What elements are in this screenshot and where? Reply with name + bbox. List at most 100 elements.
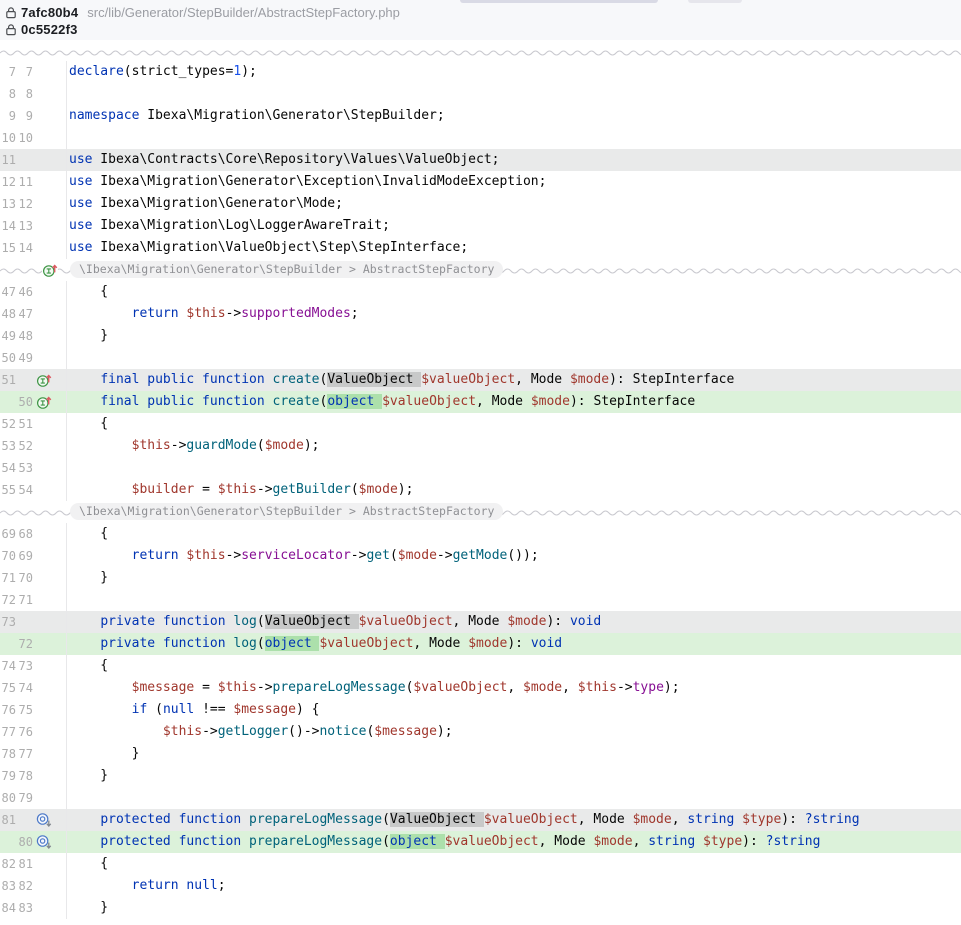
code-text: use Ibexa\Migration\Generator\Exception\… [67, 171, 961, 193]
code-line-ctx[interactable]: 1312use Ibexa\Migration\Generator\Mode; [0, 193, 961, 215]
code-text: { [67, 523, 961, 545]
new-line-number: 80 [16, 831, 33, 853]
old-line-number: 51 [0, 369, 16, 391]
old-line-number: 70 [0, 545, 16, 567]
gutter-icon-slot [33, 457, 63, 479]
gutter: 7675 [0, 699, 67, 721]
old-line-number: 77 [0, 721, 16, 743]
old-line-number: 10 [0, 127, 16, 149]
new-line-number: 70 [16, 567, 33, 589]
code-line-ctx[interactable]: 7574 $message = $this->prepareLogMessage… [0, 677, 961, 699]
new-line-number [16, 611, 33, 633]
lock-icon [5, 6, 17, 19]
code-line-ctx[interactable]: 4948 } [0, 325, 961, 347]
code-line-ctx[interactable]: 5251 { [0, 413, 961, 435]
code-line-ctx[interactable]: 5554 $builder = $this->getBuilder($mode)… [0, 479, 961, 501]
old-line-number: 49 [0, 325, 16, 347]
code-line-ctx[interactable]: 4847 return $this->supportedModes; [0, 303, 961, 325]
gutter: 8281 [0, 853, 67, 875]
code-line-added[interactable]: 80 protected function prepareLogMessage(… [0, 831, 961, 853]
code-text: } [67, 897, 961, 919]
code-line-ctx[interactable]: 5352 $this->guardMode($mode); [0, 435, 961, 457]
new-line-number [16, 149, 33, 171]
code-line-ctx[interactable]: 4746 { [0, 281, 961, 303]
implements-interface-method-icon[interactable] [36, 394, 52, 410]
gutter-icon-slot [33, 413, 63, 435]
code-text: return null; [67, 875, 961, 897]
code-text [67, 787, 961, 809]
gutter-icon-slot [33, 853, 63, 875]
new-line-number: 76 [16, 721, 33, 743]
code-line-ctx[interactable]: 7877 } [0, 743, 961, 765]
code-line-removed[interactable]: 81 protected function prepareLogMessage(… [0, 809, 961, 831]
code-line-ctx[interactable]: 7776 $this->getLogger()->notice($message… [0, 721, 961, 743]
new-line-number: 9 [16, 105, 33, 127]
code-line-removed[interactable]: 73 private function log(ValueObject $val… [0, 611, 961, 633]
code-line-ctx[interactable]: 5453 [0, 457, 961, 479]
code-line-ctx[interactable]: 8382 return null; [0, 875, 961, 897]
gutter-icon-slot [33, 655, 63, 677]
implements-interface-method-icon[interactable] [42, 262, 58, 278]
code-line-ctx[interactable]: 5049 [0, 347, 961, 369]
code-line-ctx[interactable]: 8483 } [0, 897, 961, 919]
new-line-number: 83 [16, 897, 33, 919]
code-line-ctx[interactable]: 88 [0, 83, 961, 105]
diff-header: 7afc80b4 src/lib/Generator/StepBuilder/A… [0, 0, 961, 40]
new-line-number: 71 [16, 589, 33, 611]
method-is-overridden-icon[interactable] [36, 812, 52, 828]
new-line-number: 78 [16, 765, 33, 787]
code-line-ctx[interactable]: 1514use Ibexa\Migration\ValueObject\Step… [0, 237, 961, 259]
code-line-ctx[interactable]: 7170 } [0, 567, 961, 589]
cutoff-artifact [688, 0, 742, 3]
gutter: 7978 [0, 765, 67, 787]
code-line-ctx[interactable]: 7978 } [0, 765, 961, 787]
code-text: final public function create(ValueObject… [67, 369, 961, 391]
code-line-ctx[interactable]: 8281 { [0, 853, 961, 875]
old-line-number: 69 [0, 523, 16, 545]
code-text: return $this->supportedModes; [67, 303, 961, 325]
commit-row-before: 7afc80b4 src/lib/Generator/StepBuilder/A… [0, 4, 961, 21]
new-line-number: 72 [16, 633, 33, 655]
diff-editor[interactable]: 77declare(strict_types=1);8899namespace … [0, 57, 961, 919]
code-line-added[interactable]: 50 final public function create(object $… [0, 391, 961, 413]
new-line-number: 81 [16, 853, 33, 875]
code-text: final public function create(object $val… [67, 391, 961, 413]
code-line-ctx[interactable]: 77declare(strict_types=1); [0, 61, 961, 83]
old-line-number: 15 [0, 237, 16, 259]
gutter: 1312 [0, 193, 67, 215]
new-line-number: 82 [16, 875, 33, 897]
code-line-ctx[interactable]: 99namespace Ibexa\Migration\Generator\St… [0, 105, 961, 127]
code-line-ctx[interactable]: 1211use Ibexa\Migration\Generator\Except… [0, 171, 961, 193]
diff-viewer: 7afc80b4 src/lib/Generator/StepBuilder/A… [0, 0, 961, 925]
code-text: if (null !== $message) { [67, 699, 961, 721]
code-line-ctx[interactable]: 6968 { [0, 523, 961, 545]
gutter-icon-slot [33, 303, 63, 325]
old-line-number: 75 [0, 677, 16, 699]
method-is-overridden-icon[interactable] [36, 834, 52, 850]
implements-interface-method-icon[interactable] [36, 372, 52, 388]
new-line-number: 10 [16, 127, 33, 149]
gutter: 77 [0, 61, 67, 83]
old-line-number: 52 [0, 413, 16, 435]
code-text: } [67, 325, 961, 347]
code-line-ctx[interactable]: 8079 [0, 787, 961, 809]
code-line-ctx[interactable]: 1413use Ibexa\Migration\Log\LoggerAwareT… [0, 215, 961, 237]
code-line-ctx[interactable]: 7675 if (null !== $message) { [0, 699, 961, 721]
gutter-icon-slot [33, 391, 63, 413]
code-line-ctx[interactable]: 7271 [0, 589, 961, 611]
code-line-ctx[interactable]: 7069 return $this->serviceLocator->get($… [0, 545, 961, 567]
code-text [67, 347, 961, 369]
collapsed-region-separator[interactable]: \Ibexa\Migration\Generator\StepBuilder >… [0, 501, 961, 523]
code-line-ctx[interactable]: 7473 { [0, 655, 961, 677]
gutter-icon-slot [33, 545, 63, 567]
code-line-added[interactable]: 72 private function log(object $valueObj… [0, 633, 961, 655]
old-line-number: 83 [0, 875, 16, 897]
new-line-number: 52 [16, 435, 33, 457]
code-line-removed[interactable]: 51 final public function create(ValueObj… [0, 369, 961, 391]
gutter: 5352 [0, 435, 67, 457]
collapsed-region-separator[interactable]: \Ibexa\Migration\Generator\StepBuilder >… [0, 259, 961, 281]
new-line-number: 7 [16, 61, 33, 83]
code-line-ctx[interactable]: 1010 [0, 127, 961, 149]
code-line-removed[interactable]: 11use Ibexa\Contracts\Core\Repository\Va… [0, 149, 961, 171]
gutter: 72 [0, 633, 67, 655]
